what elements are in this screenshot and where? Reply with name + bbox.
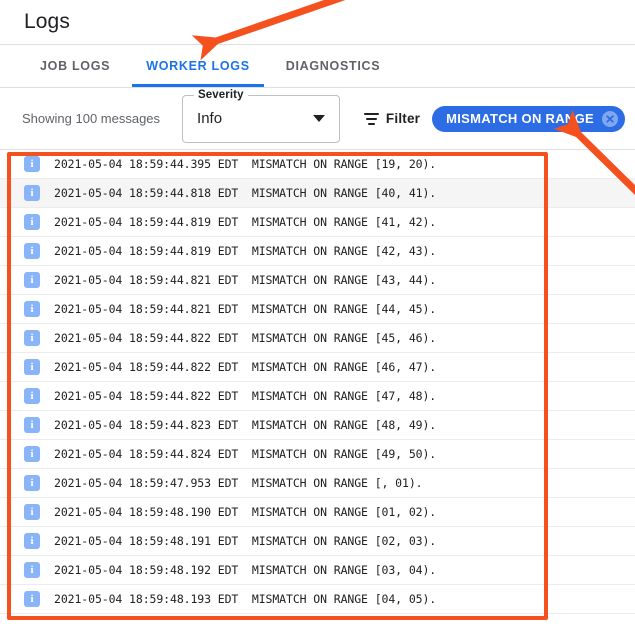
log-row[interactable]: i 2021-05-04 18:59:47.953 EDT MISMATCH O… [0,469,635,498]
log-row[interactable]: i 2021-05-04 18:59:44.819 EDT MISMATCH O… [0,237,635,266]
log-row[interactable]: i 2021-05-04 18:59:44.824 EDT MISMATCH O… [0,440,635,469]
log-row-text: 2021-05-04 18:59:44.819 EDT MISMATCH ON … [54,244,437,258]
log-row[interactable]: i 2021-05-04 18:59:48.193 EDT MISMATCH O… [0,585,635,614]
log-row[interactable]: i 2021-05-04 18:59:44.819 EDT MISMATCH O… [0,208,635,237]
info-icon: i [24,504,40,520]
log-row-text: 2021-05-04 18:59:48.190 EDT MISMATCH ON … [54,505,437,519]
log-row[interactable]: i 2021-05-04 18:59:44.395 EDT MISMATCH O… [0,150,635,179]
info-icon: i [24,214,40,230]
severity-select-value: Info [197,110,223,127]
tab-worker-logs-label: WORKER LOGS [146,59,250,73]
info-icon: i [24,562,40,578]
page-header: Logs [0,0,635,45]
close-circle-icon[interactable] [602,110,618,127]
info-icon: i [24,388,40,404]
tab-diagnostics[interactable]: DIAGNOSTICS [268,45,399,87]
log-row-text: 2021-05-04 18:59:44.819 EDT MISMATCH ON … [54,215,437,229]
filter-button-label: Filter [385,111,421,126]
tab-worker-logs[interactable]: WORKER LOGS [128,45,268,87]
severity-select[interactable]: Severity Info [182,88,340,143]
filter-chip-label: MISMATCH ON RANGE [446,111,594,126]
log-row-text: 2021-05-04 18:59:44.822 EDT MISMATCH ON … [54,331,437,345]
filter-list-icon [363,112,379,125]
info-icon: i [24,272,40,288]
log-row-text: 2021-05-04 18:59:48.192 EDT MISMATCH ON … [54,563,437,577]
log-row-text: 2021-05-04 18:59:44.824 EDT MISMATCH ON … [54,447,437,461]
log-row[interactable]: i 2021-05-04 18:59:44.822 EDT MISMATCH O… [0,382,635,411]
log-row-text: 2021-05-04 18:59:44.818 EDT MISMATCH ON … [54,186,437,200]
tab-bar: JOB LOGS WORKER LOGS DIAGNOSTICS [0,45,635,88]
tab-job-logs[interactable]: JOB LOGS [22,45,128,87]
log-row[interactable]: i 2021-05-04 18:59:44.822 EDT MISMATCH O… [0,324,635,353]
logs-toolbar: Showing 100 messages Severity Info Filte… [0,88,635,150]
chevron-down-icon [312,115,325,122]
info-icon: i [24,533,40,549]
filter-chip-mismatch-on-range[interactable]: MISMATCH ON RANGE [432,105,625,132]
info-icon: i [24,330,40,346]
info-icon: i [24,446,40,462]
info-icon: i [24,156,40,172]
log-row[interactable]: i 2021-05-04 18:59:44.822 EDT MISMATCH O… [0,353,635,382]
severity-select-label: Severity [194,88,248,102]
log-row-text: 2021-05-04 18:59:48.191 EDT MISMATCH ON … [54,534,437,548]
info-icon: i [24,301,40,317]
log-row[interactable]: i 2021-05-04 18:59:44.821 EDT MISMATCH O… [0,295,635,324]
log-row-text: 2021-05-04 18:59:47.953 EDT MISMATCH ON … [54,476,423,490]
info-icon: i [24,243,40,259]
log-row-text: 2021-05-04 18:59:44.821 EDT MISMATCH ON … [54,273,437,287]
tab-diagnostics-label: DIAGNOSTICS [285,59,381,73]
info-icon: i [24,359,40,375]
info-icon: i [24,417,40,433]
filter-button[interactable]: Filter [363,111,421,126]
log-row-text: 2021-05-04 18:59:44.823 EDT MISMATCH ON … [54,418,437,432]
log-row[interactable]: i 2021-05-04 18:59:44.823 EDT MISMATCH O… [0,411,635,440]
showing-messages-count: Showing 100 messages [22,111,161,126]
log-row[interactable]: i 2021-05-04 18:59:44.821 EDT MISMATCH O… [0,266,635,295]
log-row[interactable]: i 2021-05-04 18:59:48.191 EDT MISMATCH O… [0,527,635,556]
info-icon: i [24,185,40,201]
info-icon: i [24,475,40,491]
log-entries-list[interactable]: i 2021-05-04 18:59:44.395 EDT MISMATCH O… [0,150,635,614]
info-icon: i [24,591,40,607]
log-row-text: 2021-05-04 18:59:48.193 EDT MISMATCH ON … [54,592,437,606]
page-title: Logs [24,10,70,33]
log-row[interactable]: i 2021-05-04 18:59:44.818 EDT MISMATCH O… [0,179,635,208]
log-row-text: 2021-05-04 18:59:44.821 EDT MISMATCH ON … [54,302,437,316]
log-row-text: 2021-05-04 18:59:44.395 EDT MISMATCH ON … [54,157,437,171]
log-row[interactable]: i 2021-05-04 18:59:48.190 EDT MISMATCH O… [0,498,635,527]
log-row-text: 2021-05-04 18:59:44.822 EDT MISMATCH ON … [54,360,437,374]
tab-job-logs-label: JOB LOGS [40,59,111,73]
log-row[interactable]: i 2021-05-04 18:59:48.192 EDT MISMATCH O… [0,556,635,585]
log-row-text: 2021-05-04 18:59:44.822 EDT MISMATCH ON … [54,389,437,403]
